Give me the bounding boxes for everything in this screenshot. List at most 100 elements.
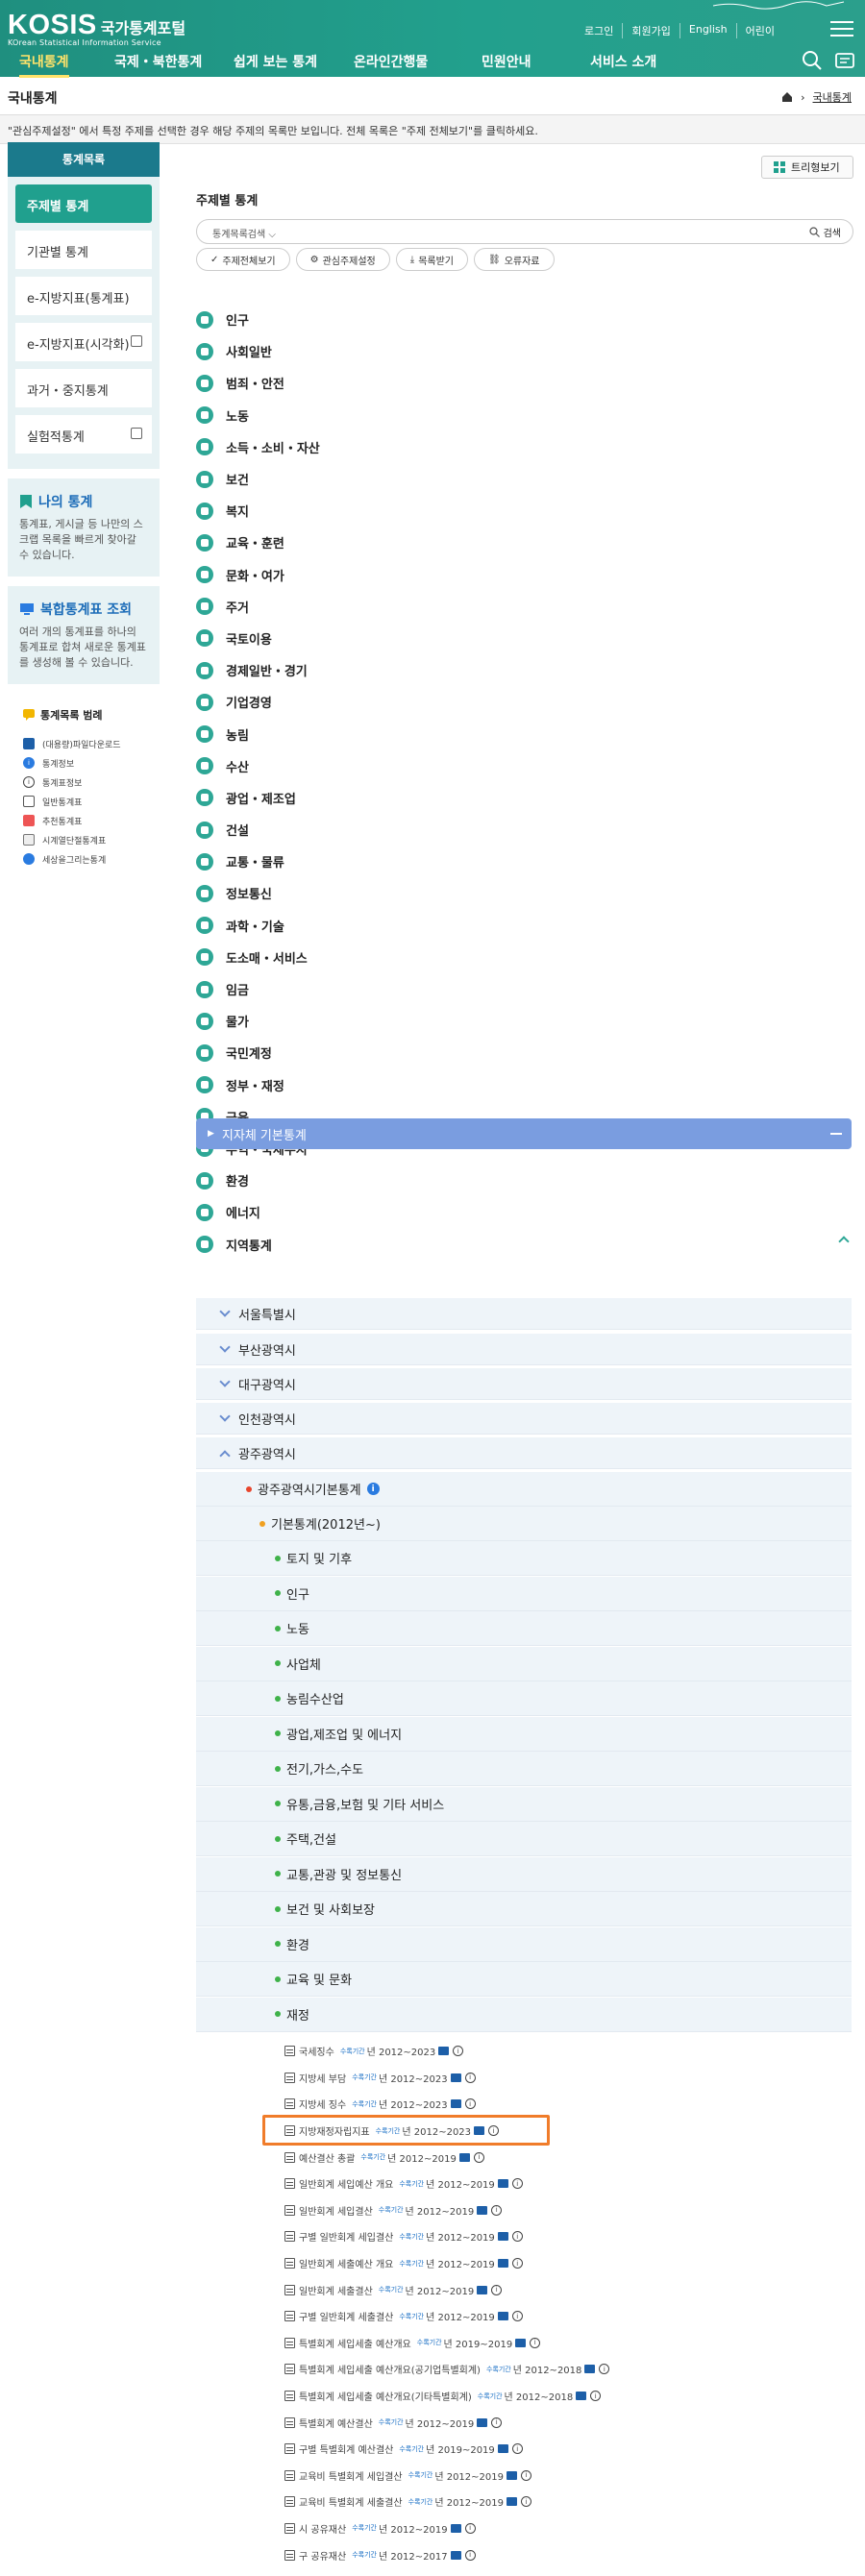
- download-icon[interactable]: [584, 2365, 596, 2374]
- category-item[interactable]: 경제일반・경기: [196, 654, 859, 686]
- download-icon[interactable]: [450, 2099, 461, 2109]
- category-item[interactable]: 정보통신: [196, 877, 859, 909]
- basic-stats-2012[interactable]: 기본통계(2012년~): [196, 1507, 852, 1541]
- table-info-icon[interactable]: i: [511, 2258, 523, 2269]
- table-name[interactable]: 특별회계 세입세출 예산개요: [299, 2336, 411, 2350]
- download-list-button[interactable]: ⤓ 목록받기: [395, 248, 468, 271]
- table-info-icon[interactable]: i: [491, 2204, 503, 2216]
- collapse-icon[interactable]: [830, 1133, 842, 1135]
- region-seoul[interactable]: 서울특별시: [196, 1298, 852, 1330]
- category-item[interactable]: 사회일반: [196, 335, 859, 367]
- download-icon[interactable]: [477, 2417, 488, 2427]
- table-info-icon[interactable]: i: [473, 2151, 484, 2163]
- local-basic-stats-group[interactable]: ▶ 지자체 기본통계: [196, 1118, 852, 1149]
- sidebar-item-local-table[interactable]: e-지방지표(통계표): [15, 277, 152, 315]
- gnb-civil[interactable]: 민원안내: [482, 52, 531, 71]
- subject-item[interactable]: 재정: [196, 1997, 852, 2032]
- menu-icon[interactable]: [830, 21, 853, 38]
- gnb-easy-stats[interactable]: 쉽게 보는 통계: [234, 52, 317, 71]
- download-icon[interactable]: [506, 2470, 517, 2480]
- download-icon[interactable]: [477, 2205, 488, 2215]
- table-info-icon[interactable]: i: [511, 2443, 523, 2455]
- table-name[interactable]: 국세징수: [299, 2044, 334, 2058]
- category-item[interactable]: 도소매・서비스: [196, 942, 859, 973]
- sidebar-item-past[interactable]: 과거・중지통계: [15, 369, 152, 407]
- category-item[interactable]: 소득・소비・자산: [196, 431, 859, 463]
- search-button[interactable]: 검색: [808, 225, 841, 239]
- subject-item[interactable]: 광업,제조업 및 에너지: [196, 1716, 852, 1752]
- error-report-button[interactable]: ⛓ 오류자료: [474, 248, 555, 271]
- table-info-icon[interactable]: i: [530, 2337, 541, 2348]
- category-item[interactable]: 광업・제조업: [196, 782, 859, 814]
- table-name[interactable]: 구별 일반회계 세입결산: [299, 2229, 393, 2244]
- region-daegu[interactable]: 대구광역시: [196, 1368, 852, 1400]
- category-item[interactable]: 문화・여가: [196, 559, 859, 591]
- download-icon[interactable]: [576, 2392, 587, 2401]
- gnb-publications[interactable]: 온라인간행물: [354, 52, 428, 71]
- sidebar-item-local-visual[interactable]: e-지방지표(시각화): [15, 323, 152, 361]
- subject-item[interactable]: 교통,관광 및 정보통신: [196, 1856, 852, 1892]
- table-row[interactable]: 특별회계 세입세출 예산개요(기타특별회계) 수록기간 년 2012~2018 i: [284, 2383, 850, 2410]
- tree-view-button[interactable]: 트리형보기: [761, 156, 853, 179]
- table-info-icon[interactable]: i: [520, 2496, 531, 2508]
- category-item[interactable]: 노동: [196, 400, 859, 431]
- category-item[interactable]: 임금: [196, 973, 859, 1005]
- gnb-international[interactable]: 국제・북한통계: [114, 52, 202, 71]
- table-info-icon[interactable]: i: [511, 2311, 523, 2322]
- table-name[interactable]: 구 공유재산: [299, 2548, 346, 2563]
- subject-item[interactable]: 사업체: [196, 1646, 852, 1681]
- table-row[interactable]: 일반회계 세입예산 개요 수록기간 년 2012~2019 i: [284, 2171, 850, 2197]
- subject-item[interactable]: 노동: [196, 1611, 852, 1646]
- download-icon[interactable]: [497, 2259, 508, 2269]
- sidebar-item-agency[interactable]: 기관별 통계: [15, 231, 152, 269]
- subject-item[interactable]: 유통,금융,보험 및 기타 서비스: [196, 1786, 852, 1822]
- table-info-icon[interactable]: i: [464, 2549, 476, 2561]
- category-item[interactable]: 기업경영: [196, 686, 859, 718]
- table-name[interactable]: 일반회계 세입결산: [299, 2203, 373, 2218]
- table-row[interactable]: 구 공유재산 수록기간 년 2012~2017 i: [284, 2541, 850, 2568]
- sidebar-item-subject[interactable]: 주제별 통계: [15, 184, 152, 223]
- table-name[interactable]: 구별 일반회계 세출결산: [299, 2309, 393, 2323]
- info-icon[interactable]: i: [366, 1483, 380, 1495]
- breadcrumb-item[interactable]: 국내통계: [813, 89, 852, 105]
- interest-setting-button[interactable]: ⚙ 관심주제설정: [295, 248, 390, 271]
- download-icon[interactable]: [477, 2285, 488, 2294]
- subject-item[interactable]: 환경: [196, 1926, 852, 1962]
- table-name[interactable]: 교육비 특별회계 세출결산: [299, 2494, 403, 2509]
- table-info-icon[interactable]: i: [491, 2284, 503, 2295]
- download-icon[interactable]: [450, 2523, 461, 2533]
- english-link[interactable]: English: [679, 23, 736, 38]
- subject-item[interactable]: 보건 및 사회보장: [196, 1892, 852, 1926]
- gwangju-basic-stats[interactable]: 광주광역시기본통계 i: [196, 1472, 852, 1507]
- category-item[interactable]: 교육・훈련: [196, 527, 859, 558]
- table-name[interactable]: 일반회계 세입예산 개요: [299, 2176, 393, 2191]
- table-row[interactable]: 교육비 특별회계 세출결산 수록기간 년 2012~2019 i: [284, 2489, 850, 2515]
- table-info-icon[interactable]: i: [511, 2178, 523, 2190]
- login-link[interactable]: 로그인: [576, 23, 622, 38]
- gnb-domestic[interactable]: 국내통계: [19, 52, 69, 78]
- subject-item[interactable]: 교육 및 문화: [196, 1962, 852, 1997]
- table-name[interactable]: 지방세 부담: [299, 2071, 346, 2085]
- table-row[interactable]: 구별 특별회계 예산결산 수록기간 년 2019~2019 i: [284, 2436, 850, 2463]
- subject-item[interactable]: 인구: [196, 1576, 852, 1611]
- category-item[interactable]: 과학・기술: [196, 910, 859, 942]
- table-row[interactable]: 특별회계 예산결산 수록기간 년 2012~2019 i: [284, 2409, 850, 2436]
- download-icon[interactable]: [497, 2444, 508, 2454]
- download-icon[interactable]: [506, 2497, 517, 2507]
- category-item[interactable]: 환경: [196, 1165, 859, 1196]
- table-row[interactable]: 일반회계 세입결산 수록기간 년 2012~2019 i: [284, 2197, 850, 2224]
- show-all-button[interactable]: ✓ 주제전체보기: [196, 248, 290, 271]
- region-busan[interactable]: 부산광역시: [196, 1334, 852, 1365]
- my-stats-box[interactable]: 나의 통계 통계표, 게시글 등 나만의 스크랩 목록을 빠르게 찾아갈 수 있…: [8, 478, 160, 577]
- category-item[interactable]: 건설: [196, 814, 859, 846]
- table-row[interactable]: 일반회계 세출예산 개요 수록기간 년 2012~2019 i: [284, 2250, 850, 2277]
- category-item[interactable]: 국토이용: [196, 623, 859, 654]
- download-icon[interactable]: [497, 2232, 508, 2242]
- table-name[interactable]: 구별 특별회계 예산결산: [299, 2441, 393, 2456]
- table-row[interactable]: 구별 일반회계 세출결산 수록기간 년 2012~2019 i: [284, 2303, 850, 2330]
- gnb-about[interactable]: 서비스 소개: [590, 52, 656, 71]
- category-item[interactable]: 국민계정: [196, 1037, 859, 1068]
- sitemap-icon[interactable]: [834, 50, 855, 71]
- table-name[interactable]: 특별회계 예산결산: [299, 2416, 373, 2430]
- download-icon[interactable]: [497, 2312, 508, 2321]
